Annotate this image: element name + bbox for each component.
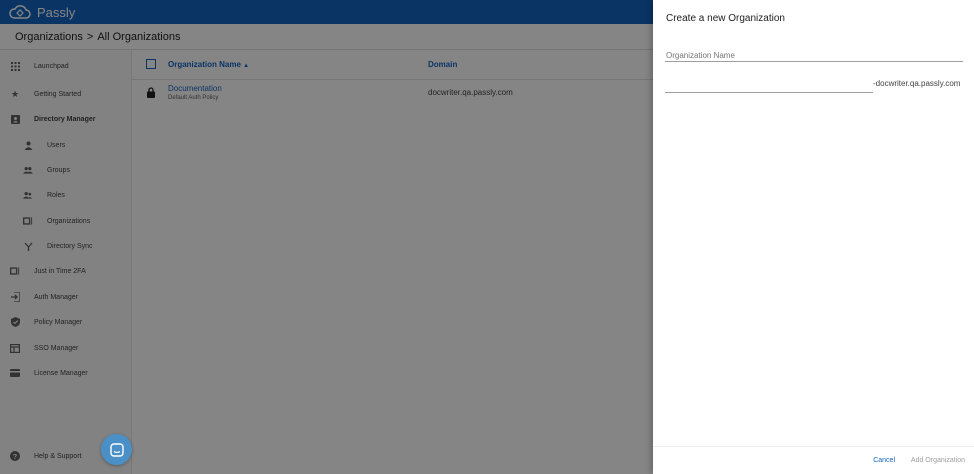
add-organization-button[interactable]: Add Organization xyxy=(911,457,965,464)
organization-name-label: Organization Name xyxy=(666,51,735,60)
organization-name-input[interactable] xyxy=(665,61,963,62)
cancel-button[interactable]: Cancel xyxy=(873,457,895,464)
chat-icon xyxy=(109,442,124,457)
drawer-footer: Cancel Add Organization xyxy=(653,446,974,474)
drawer-title: Create a new Organization xyxy=(666,13,785,24)
domain-suffix: -docwriter.qa.passly.com xyxy=(873,79,961,88)
subdomain-input[interactable] xyxy=(665,92,873,93)
create-organization-drawer: Create a new Organization Organization N… xyxy=(653,0,974,474)
chat-launcher-button[interactable] xyxy=(101,434,132,465)
